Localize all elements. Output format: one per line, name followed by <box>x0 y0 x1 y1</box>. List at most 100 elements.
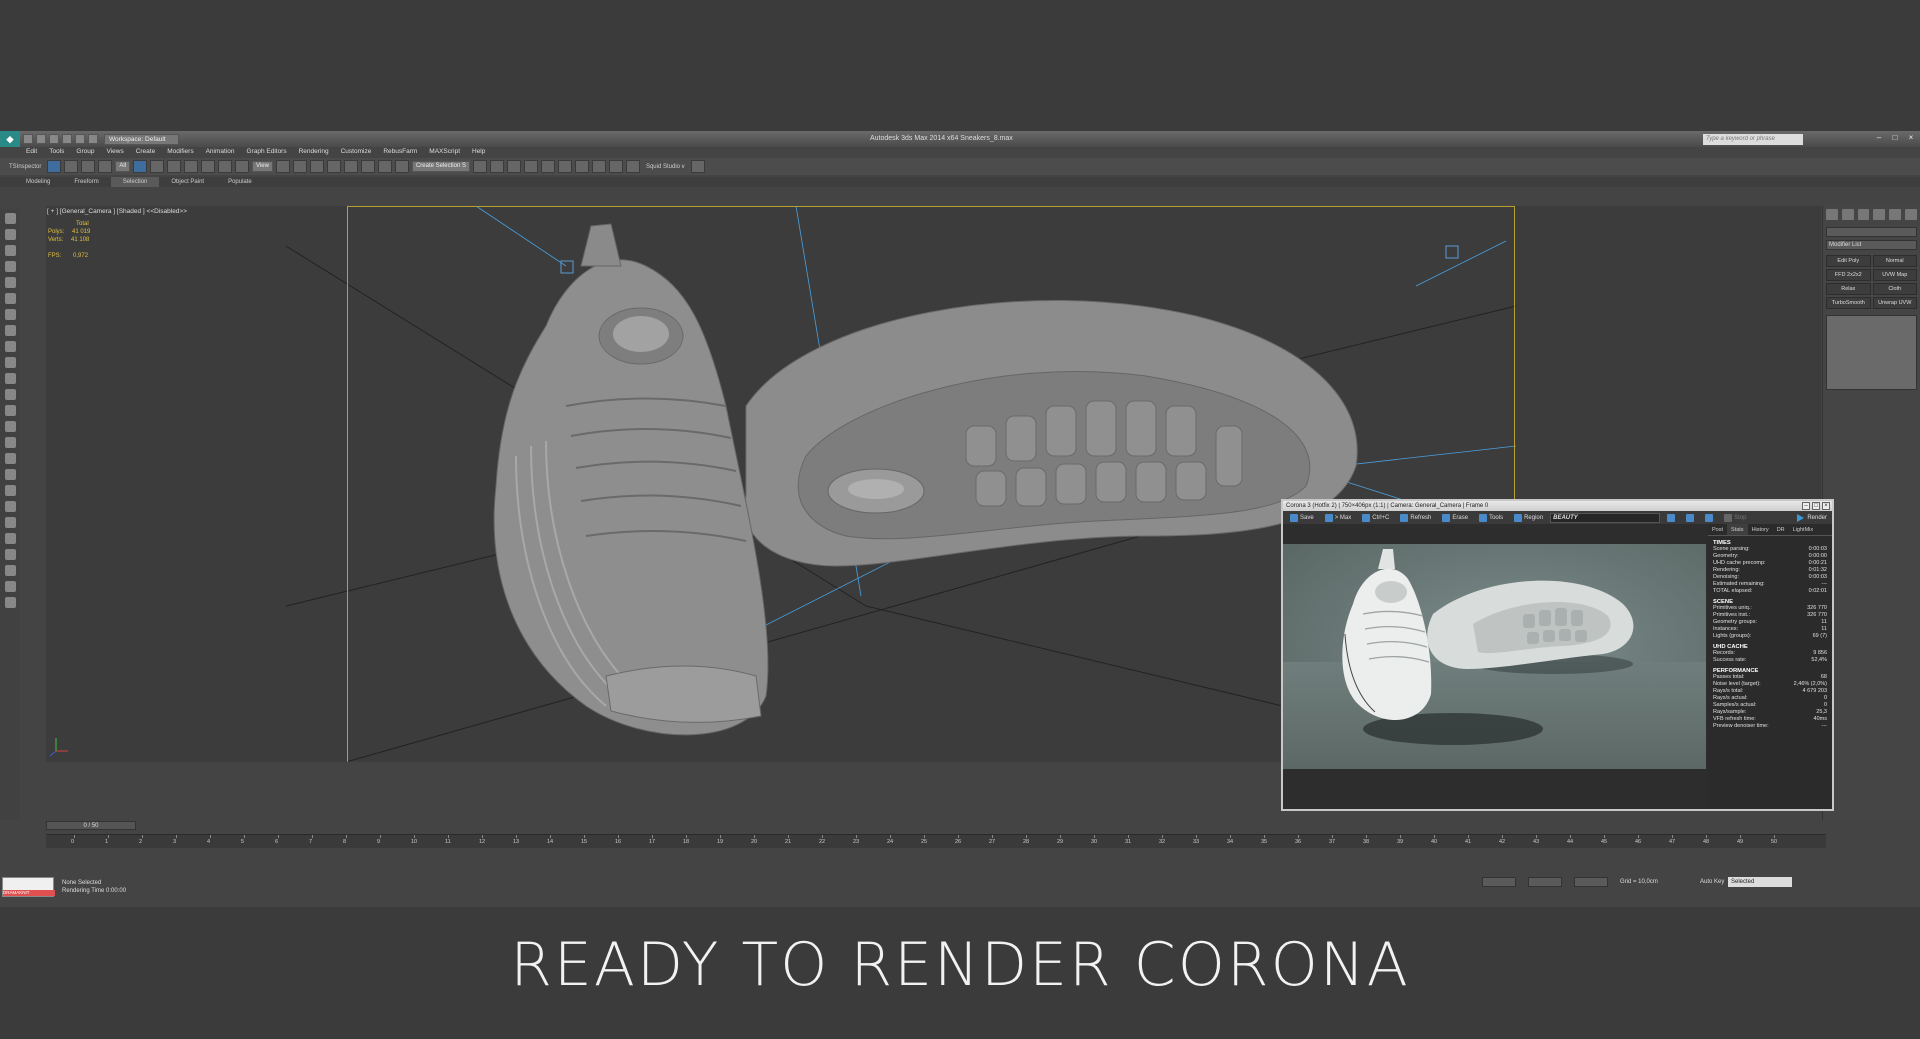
vfb-refresh-button[interactable]: Refresh <box>1396 513 1435 522</box>
save-icon[interactable] <box>49 134 59 144</box>
particle-icon[interactable] <box>4 501 16 512</box>
pivot-center-icon[interactable] <box>275 160 290 173</box>
light-icon[interactable] <box>4 325 16 336</box>
tree-icon[interactable] <box>4 517 16 528</box>
material-editor-icon[interactable] <box>574 160 589 173</box>
search-input[interactable]: Type a keyword or phrase <box>1703 134 1803 145</box>
vfb-save-button[interactable]: Save <box>1286 513 1318 522</box>
modifier-uvw-map-button[interactable]: UVW Map <box>1872 269 1917 281</box>
menu-group[interactable]: Group <box>76 147 94 157</box>
torus-icon[interactable] <box>4 405 16 416</box>
select-manipulate-icon[interactable] <box>292 160 307 173</box>
snaps-toggle-icon[interactable] <box>326 160 341 173</box>
modifier-relax-button[interactable]: Relax <box>1826 283 1871 295</box>
menu-help[interactable]: Help <box>472 147 485 157</box>
y-coordinate-field[interactable] <box>1528 877 1562 887</box>
track-bar[interactable]: 0 1 2 3 4 5 6 7 8 9 10 11 12 13 14 15 16 17 18 19 20 21 22 23 24… <box>46 834 1826 848</box>
vfb-tab-stats[interactable]: Stats <box>1727 524 1748 535</box>
select-object-icon[interactable] <box>133 160 148 173</box>
utilities-tab-icon[interactable] <box>1905 209 1917 220</box>
redo-icon[interactable] <box>75 134 85 144</box>
modifier-ffd-button[interactable]: FFD 2x2x2 <box>1826 269 1871 281</box>
menu-views[interactable]: Views <box>106 147 123 157</box>
helper-icon[interactable] <box>4 341 16 352</box>
vfb-to-max-button[interactable]: > Max <box>1321 513 1356 522</box>
window-crossing-icon[interactable] <box>184 160 199 173</box>
percent-snap-icon[interactable] <box>360 160 375 173</box>
sphere-icon[interactable] <box>4 373 16 384</box>
auto-key-button[interactable]: Auto Key <box>1700 879 1724 885</box>
spinner-snap-icon[interactable] <box>377 160 392 173</box>
modifier-unwrap-uvw-button[interactable]: Unwrap UVW <box>1872 297 1917 309</box>
globe-icon[interactable] <box>4 565 16 576</box>
viewport-label[interactable]: [ + ] [General_Camera ] [Shaded ] <<Disa… <box>47 208 187 215</box>
motion-tab-icon[interactable] <box>1873 209 1886 220</box>
render-pass-select[interactable]: BEAUTY <box>1550 512 1661 523</box>
menu-create[interactable]: Create <box>136 147 156 157</box>
vfb-tab-post[interactable]: Post <box>1708 524 1727 535</box>
script-icon[interactable] <box>4 533 16 544</box>
object-name-field[interactable] <box>1826 227 1917 237</box>
modifier-edit-poly-button[interactable]: Edit Poly <box>1826 255 1871 267</box>
vfb-minimize-icon[interactable]: – <box>1802 502 1810 510</box>
link-icon[interactable] <box>64 160 79 173</box>
rendered-frame-window-icon[interactable] <box>608 160 623 173</box>
zoom-fit-icon[interactable] <box>1701 513 1717 522</box>
align-icon[interactable] <box>489 160 504 173</box>
vfb-maximize-icon[interactable]: □ <box>1812 502 1820 510</box>
maxscript-listener[interactable]: DRAMAKNIT <box>2 877 55 897</box>
hierarchy-icon[interactable] <box>4 245 16 256</box>
undo-icon[interactable] <box>62 134 72 144</box>
grid-icon[interactable] <box>4 581 16 592</box>
workspace-select[interactable]: Workspace: Default <box>104 133 179 145</box>
squid-studio-label[interactable]: Squid Studio v <box>643 164 688 170</box>
named-selection-set[interactable]: Create Selection S <box>411 161 470 172</box>
zoom-out-icon[interactable] <box>1682 513 1698 522</box>
vfb-stop-button[interactable]: Stop <box>1720 513 1750 522</box>
app-logo-icon[interactable]: ◆ <box>0 131 20 147</box>
cylinder-icon[interactable] <box>4 389 16 400</box>
menu-edit[interactable]: Edit <box>26 147 37 157</box>
menu-customize[interactable]: Customize <box>341 147 372 157</box>
proxy-icon[interactable] <box>4 485 16 496</box>
render-production-icon[interactable] <box>625 160 640 173</box>
project-icon[interactable] <box>88 134 98 144</box>
modify-icon[interactable] <box>4 229 16 240</box>
hierarchy-tab-icon[interactable] <box>1857 209 1870 220</box>
select-rotate-icon[interactable] <box>218 160 233 173</box>
selection-filter[interactable]: All <box>115 161 131 172</box>
menu-modifiers[interactable]: Modifiers <box>167 147 193 157</box>
edit-named-selection-icon[interactable] <box>394 160 409 173</box>
key-filter-select[interactable]: Selected <box>1728 877 1792 887</box>
angle-snap-icon[interactable] <box>343 160 358 173</box>
squid-studio-icon[interactable] <box>690 160 705 173</box>
x-coordinate-field[interactable] <box>1482 877 1516 887</box>
cone-icon[interactable] <box>4 421 16 432</box>
utilities-icon[interactable] <box>4 293 16 304</box>
vfb-tab-lightmix[interactable]: LightMix <box>1789 524 1817 535</box>
vfb-render-button[interactable]: Render <box>1797 513 1832 522</box>
ribbon-tab-freeform[interactable]: Freeform <box>62 177 110 187</box>
vfb-close-icon[interactable]: × <box>1822 502 1830 510</box>
render-setup-icon[interactable] <box>591 160 606 173</box>
unlink-icon[interactable] <box>81 160 96 173</box>
menu-rebusfarm[interactable]: RebusFarm <box>383 147 417 157</box>
curve-editor-icon[interactable] <box>540 160 555 173</box>
create-icon[interactable] <box>4 213 16 224</box>
vfb-tab-dr[interactable]: DR <box>1773 524 1789 535</box>
display-tab-icon[interactable] <box>1889 209 1902 220</box>
select-move-icon[interactable] <box>201 160 216 173</box>
motion-icon[interactable] <box>4 261 16 272</box>
modifier-stack[interactable] <box>1826 315 1917 390</box>
menu-tools[interactable]: Tools <box>49 147 64 157</box>
mirror-icon[interactable] <box>472 160 487 173</box>
bind-space-warp-icon[interactable] <box>98 160 113 173</box>
vfb-copy-button[interactable]: Ctrl+C <box>1358 513 1393 522</box>
menu-graph-editors[interactable]: Graph Editors <box>247 147 287 157</box>
scatter-icon[interactable] <box>4 469 16 480</box>
select-scale-icon[interactable] <box>235 160 250 173</box>
select-by-name-icon[interactable] <box>150 160 165 173</box>
sun-icon[interactable] <box>4 437 16 448</box>
open-icon[interactable] <box>36 134 46 144</box>
material-icon[interactable] <box>4 453 16 464</box>
